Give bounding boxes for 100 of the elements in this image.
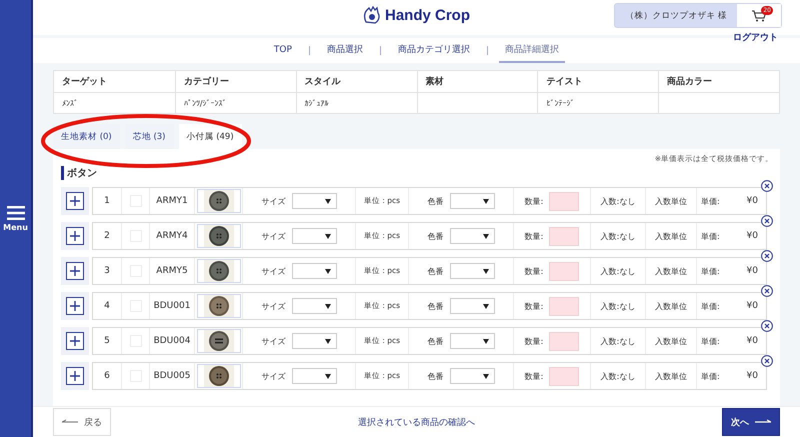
quantity-field[interactable]: [549, 192, 580, 210]
table-header: スタイル: [304, 76, 341, 88]
caret-icon: [324, 338, 330, 344]
size-label: サイズ: [262, 266, 286, 276]
quantity-field[interactable]: [549, 296, 580, 316]
user-name: （株）クロツプオザキ 様: [624, 10, 728, 22]
row-number: 4: [104, 301, 110, 311]
quantity-field[interactable]: [549, 332, 580, 350]
back-button[interactable]: 戻る: [53, 408, 111, 436]
product-code: ARMY5: [156, 266, 188, 276]
color-label: 色番: [428, 370, 444, 382]
pack-text: 入数:なし: [600, 196, 636, 206]
color-select[interactable]: [450, 193, 494, 209]
category-tab[interactable]: 小付属 (49): [178, 124, 242, 149]
price-value: ¥0: [746, 336, 758, 346]
quantity-label: 数量:: [524, 300, 544, 312]
size-select[interactable]: [292, 228, 336, 244]
price-label: 単価:: [701, 266, 720, 276]
close-icon[interactable]: [761, 215, 773, 227]
plus-icon: [66, 332, 84, 350]
plus-icon: [66, 192, 84, 210]
color-label: 色番: [428, 196, 444, 206]
add-button[interactable]: [61, 362, 89, 390]
row-number: 1: [104, 196, 110, 206]
caret-icon: [324, 234, 330, 238]
size-select[interactable]: [292, 368, 336, 384]
logout-link[interactable]: ログアウト: [733, 31, 778, 44]
price-label: 単価:: [701, 300, 720, 312]
add-button[interactable]: [61, 292, 89, 320]
quantity-label: 数量:: [524, 266, 544, 276]
color-select[interactable]: [450, 298, 494, 314]
breadcrumb-link[interactable]: 商品選択: [320, 38, 369, 63]
caret-icon: [482, 304, 488, 308]
breadcrumb-link[interactable]: 商品詳細選択: [499, 38, 566, 63]
product-code: BDU004: [154, 336, 190, 346]
arrow-left-icon: [62, 419, 78, 425]
caret-icon: [482, 338, 488, 344]
size-label: サイズ: [262, 230, 286, 242]
product-code: ARMY4: [156, 231, 188, 241]
quantity-field[interactable]: [549, 262, 580, 280]
price-value: ¥0: [746, 266, 758, 276]
color-label: 色番: [428, 230, 444, 242]
separator: |: [486, 44, 490, 58]
size-label: サイズ: [262, 196, 286, 206]
pack-unit-text: 入数単位: [655, 370, 687, 382]
caret-icon: [324, 198, 330, 204]
logo-text[interactable]: Handy Crop: [384, 6, 470, 24]
plus-icon: [66, 262, 84, 280]
close-icon[interactable]: [761, 320, 773, 332]
quantity-field[interactable]: [549, 366, 580, 386]
close-icon[interactable]: [761, 180, 773, 192]
pack-unit-text: 入数単位: [655, 266, 687, 276]
table-cell: ﾋﾞﾝﾃｰｼﾞ: [546, 98, 574, 108]
breadcrumb-link[interactable]: TOP: [268, 38, 298, 63]
quantity-label: 数量:: [524, 230, 544, 242]
price-label: 単価:: [701, 336, 720, 346]
color-select[interactable]: [450, 333, 494, 349]
pack-text: 入数:なし: [600, 370, 636, 382]
color-label: 色番: [428, 336, 444, 346]
size-select[interactable]: [292, 193, 336, 209]
price-value: ¥0: [746, 196, 758, 206]
caret-icon: [482, 268, 488, 274]
caret-icon: [482, 198, 488, 204]
table-cell: ﾒﾝｽﾞ: [62, 98, 78, 108]
pack-text: 入数:なし: [600, 300, 636, 312]
size-label: サイズ: [262, 336, 286, 346]
color-select[interactable]: [450, 228, 494, 244]
product-code: ARMY1: [156, 196, 188, 206]
color-select[interactable]: [450, 263, 494, 279]
size-select[interactable]: [292, 333, 336, 349]
price-label: 単価:: [701, 230, 720, 242]
table-header: テイスト: [546, 76, 582, 88]
table-cell: ﾊﾟﾝﾂ/ｼﾞｰﾝｽﾞ: [184, 98, 227, 108]
next-button[interactable]: 次へ: [722, 408, 780, 436]
color-select[interactable]: [450, 368, 494, 384]
add-button[interactable]: [61, 187, 89, 215]
menu-icon[interactable]: [6, 206, 24, 220]
price-value: ¥0: [746, 371, 758, 381]
close-icon[interactable]: [761, 355, 773, 367]
separator: |: [308, 44, 311, 58]
menu-label[interactable]: Menu: [3, 222, 28, 232]
size-label: サイズ: [262, 300, 286, 312]
size-select[interactable]: [292, 298, 336, 314]
add-button[interactable]: [61, 327, 89, 355]
caret-icon: [482, 374, 488, 378]
plus-icon: [66, 227, 84, 245]
breadcrumb-link[interactable]: 商品カテゴリ選択: [392, 38, 476, 63]
add-button[interactable]: [61, 257, 89, 285]
add-button[interactable]: [61, 222, 89, 250]
quantity-field[interactable]: [549, 226, 580, 246]
product-code: BDU005: [154, 371, 190, 381]
pack-unit-text: 入数単位: [655, 300, 687, 312]
close-icon[interactable]: [761, 250, 773, 262]
close-icon[interactable]: [761, 285, 773, 297]
confirm-link[interactable]: 選択されている商品の確認へ: [358, 416, 475, 428]
price-value: ¥0: [746, 231, 758, 241]
pack-unit-text: 入数単位: [655, 196, 687, 206]
size-select[interactable]: [292, 263, 336, 279]
price-label: 単価:: [701, 370, 720, 382]
row-number: 5: [104, 336, 110, 346]
